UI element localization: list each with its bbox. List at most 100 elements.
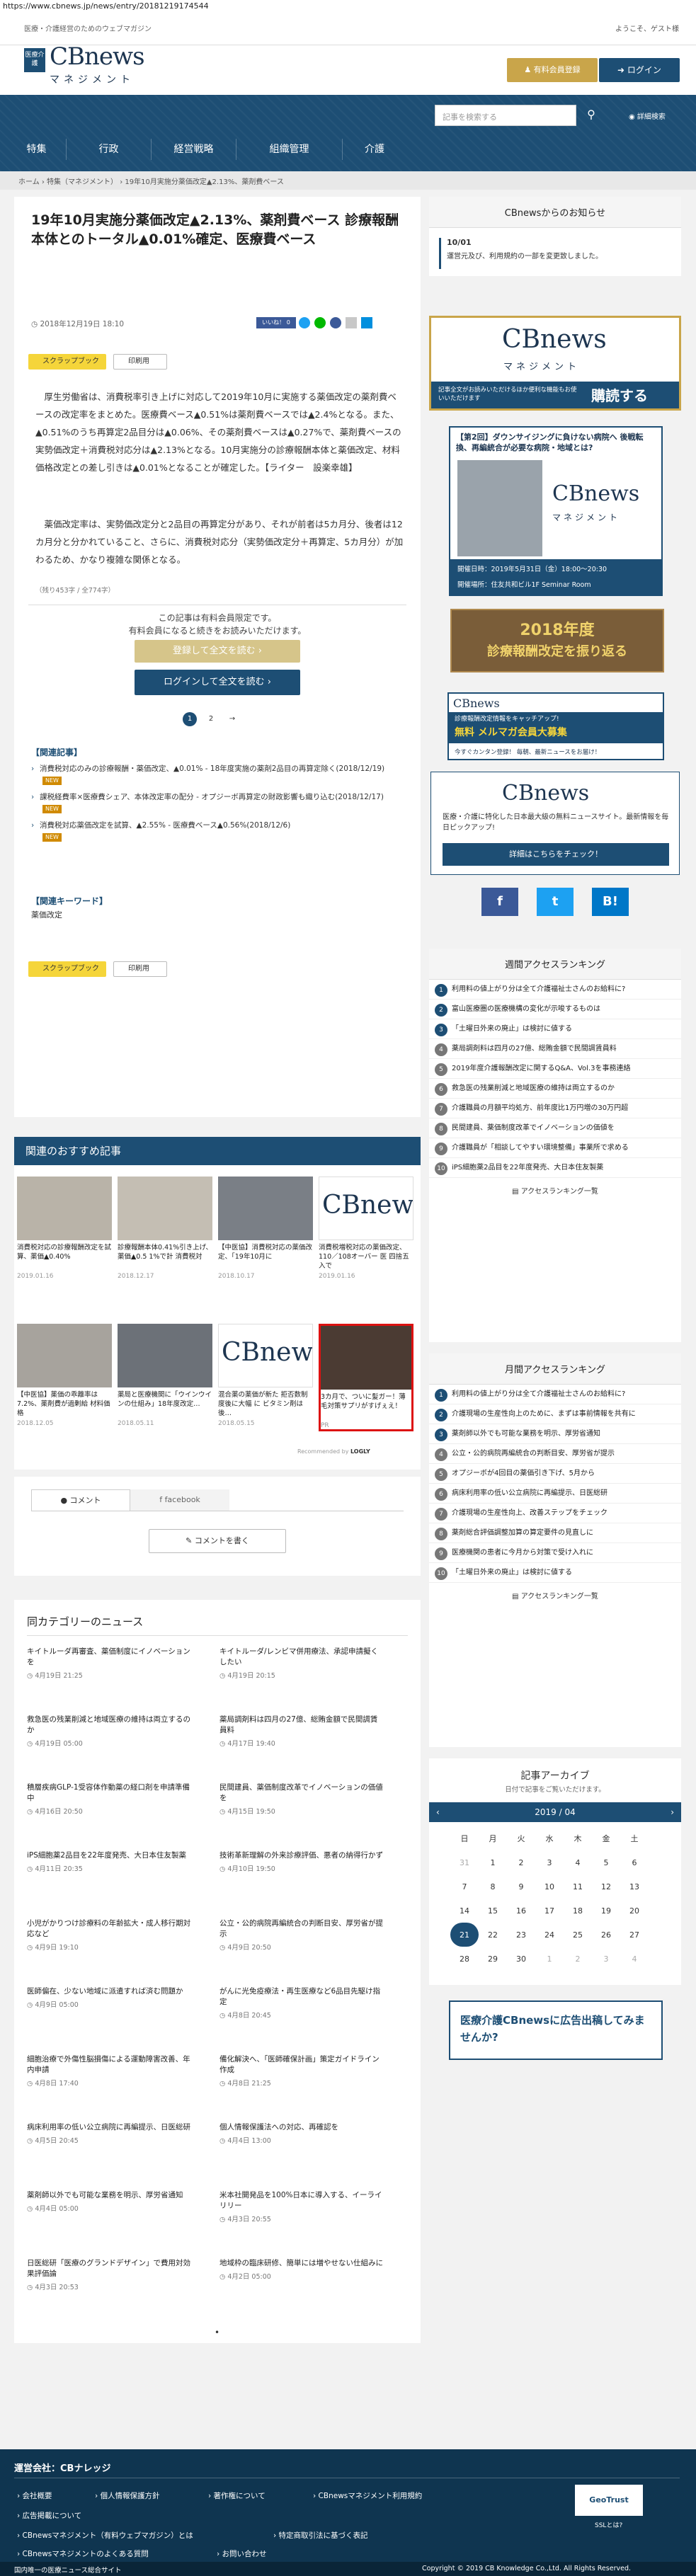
- calendar-day[interactable]: 22: [479, 1923, 507, 1947]
- search-icon[interactable]: ⚲: [582, 105, 600, 126]
- subscribe-ad[interactable]: CBnews マネジメント 記事全文がお読みいただけるほか便利な機能もお使いいた…: [429, 316, 681, 411]
- twitter-share-icon[interactable]: [299, 317, 310, 328]
- calendar-day[interactable]: 4: [620, 1947, 649, 1971]
- news-item[interactable]: 米本社開発品を100%日本に導入する、イーライリリー ◷ 4月3日 20:55: [219, 2190, 384, 2225]
- ranking-item[interactable]: 6 病床利用率の低い公立病院に再編提示、日医総研: [429, 1484, 681, 1504]
- promo-button[interactable]: 詳細はこちらをチェック！: [443, 843, 669, 866]
- calendar-day[interactable]: 20: [620, 1899, 649, 1923]
- calendar-day[interactable]: 15: [479, 1899, 507, 1923]
- ranking-item[interactable]: 3 「土曜日外来の廃止」は検討に値する: [429, 1019, 681, 1039]
- pocket-icon[interactable]: [346, 317, 357, 328]
- ranking-item[interactable]: 4 公立・公的病院再編統合の判断目安、厚労省が提示: [429, 1444, 681, 1464]
- calendar-day[interactable]: 9: [507, 1874, 535, 1899]
- calendar-day[interactable]: 24: [535, 1923, 564, 1947]
- news-item[interactable]: キイトルーダ再審査、薬価制度にイノベーションを ◷ 4月19日 21:25: [27, 1647, 191, 1681]
- hatena-icon[interactable]: [361, 317, 372, 328]
- calendar-day[interactable]: 11: [564, 1874, 592, 1899]
- calendar-day[interactable]: 4: [564, 1850, 592, 1874]
- scrapbook-button[interactable]: スクラップブック: [28, 354, 106, 370]
- write-comment-button[interactable]: ✎ コメントを書く: [149, 1529, 286, 1553]
- news-item[interactable]: 薬局調剤料は四月の27億、総賄金額で民間調賃員料 ◷ 4月17日 19:40: [219, 1715, 384, 1749]
- recommend-item[interactable]: CBnews 混合薬の薬価が新た 拒否数制度後に大幅 に ビタミン剤は後… 2018…: [218, 1324, 313, 1427]
- news-item[interactable]: 技術革新理解の外来診療評価、悪者の納得行かず ◷ 4月10日 19:50: [219, 1850, 384, 1874]
- news-item[interactable]: 薬剤師以外でも可能な業務を明示、厚労省通知 ◷ 4月4日 05:00: [27, 2190, 191, 2214]
- news-item[interactable]: 公立・公的病院再編統合の判断目安、厚労省が提示 ◷ 4月9日 20:50: [219, 1918, 384, 1953]
- facebook-share-icon[interactable]: [330, 317, 341, 328]
- calendar-day[interactable]: 25: [564, 1923, 592, 1947]
- seminar-ad[interactable]: 【第2回】ダウンサイジングに負けない病院へ 後戦転換、再編統合が必要な病院・地域…: [449, 426, 663, 596]
- news-item[interactable]: 医師偏在、少ない地域に派遣すれば済む問題か ◷ 4月9日 05:00: [27, 1986, 191, 2010]
- footer-link[interactable]: › 広告掲載について: [17, 2510, 81, 2521]
- ranking-item[interactable]: 3 薬剤師以外でも可能な業務を明示、厚労省通知: [429, 1424, 681, 1444]
- calendar-day[interactable]: 13: [620, 1874, 649, 1899]
- calendar-day[interactable]: 14: [450, 1899, 479, 1923]
- revision-banner[interactable]: 2018年度 診療報酬改定を振り返る: [450, 609, 664, 672]
- page-2[interactable]: 2: [204, 712, 218, 726]
- site-logo[interactable]: 医療介護 CBnews マネジメント: [24, 42, 159, 88]
- calendar-day[interactable]: 12: [592, 1874, 620, 1899]
- calendar-day[interactable]: 16: [507, 1899, 535, 1923]
- recommend-item[interactable]: 消費税対応の診療報酬改定を試算、薬価▲0.40% 2019.01.16: [17, 1177, 112, 1280]
- ranking-item[interactable]: 2 富山医療圏の医療機構の変化が示唆するものは: [429, 1000, 681, 1019]
- footer-link[interactable]: › CBnewsマネジメント（有料ウェブマガジン）とは: [17, 2530, 193, 2541]
- nav-item-care[interactable]: 介護: [343, 139, 406, 160]
- calendar-day[interactable]: 10: [535, 1874, 564, 1899]
- prev-month-icon[interactable]: ‹: [436, 1802, 440, 1822]
- print-button-bottom[interactable]: 印刷用: [113, 961, 167, 977]
- pager-dot[interactable]: •: [215, 2328, 219, 2337]
- related-item[interactable]: 課税経費率×医療費シェア、本体改定率の配分 - オプジーボ再算定の財政影響も織り…: [31, 791, 399, 814]
- login-read-button[interactable]: ログインして全文を読む ›: [135, 670, 300, 695]
- news-item[interactable]: 積層疾病GLP-1受容体作動薬の経口剤を申請準備中 ◷ 4月16日 20:50: [27, 1782, 191, 1817]
- footer-link[interactable]: › CBnewsマネジメント利用規約: [313, 2490, 422, 2501]
- news-item[interactable]: 民間建員、薬価制度改革でイノベーションの価値を ◷ 4月15日 19:50: [219, 1782, 384, 1817]
- ranking-item[interactable]: 9 介護職員が「相談してやすい環境整備」事業所で求める: [429, 1138, 681, 1158]
- footer-link[interactable]: › 著作権について: [208, 2490, 266, 2501]
- recommend-item[interactable]: CBnews 消費税増税対応の薬価改定、110／108オーバー 医 四捨五入で 20…: [319, 1177, 413, 1280]
- mailmag-ad[interactable]: CBnews 診療報酬改定情報をキャッチアップ! 無料 メルマガ会員大募集 今す…: [447, 692, 664, 760]
- url-bar[interactable]: https://www.cbnews.jp/news/entry/2018121…: [0, 0, 696, 13]
- calendar-day[interactable]: 2: [507, 1850, 535, 1874]
- share-icon[interactable]: B!: [592, 888, 629, 916]
- page-1[interactable]: 1: [183, 712, 197, 726]
- calendar-day[interactable]: 8: [479, 1874, 507, 1899]
- breadcrumb[interactable]: ホーム › 特集（マネジメント） › 19年10月実施分薬価改定▲2.13%、薬…: [0, 171, 696, 190]
- ranking-item[interactable]: 7 介護職員の月額平均処方、前年度比1万円増の30万円超: [429, 1099, 681, 1118]
- scrapbook-button-bottom[interactable]: スクラップブック: [28, 961, 106, 977]
- news-item[interactable]: キイトルーダ/レンビマ併用療法、承認申請擬くしたい ◷ 4月19日 20:15: [219, 1647, 384, 1681]
- tab-facebook[interactable]: f facebook: [130, 1489, 229, 1511]
- footer-link[interactable]: › お問い合わせ: [217, 2548, 267, 2559]
- calendar-day[interactable]: 27: [620, 1923, 649, 1947]
- calendar-day[interactable]: 17: [535, 1899, 564, 1923]
- news-item[interactable]: 個人情報保護法への対応、再確認を ◷ 4月4日 13:00: [219, 2122, 384, 2146]
- facebook-like-button[interactable]: いいね！ 0: [256, 317, 296, 328]
- geotrust-seal[interactable]: GeoTrust: [575, 2485, 643, 2516]
- print-button[interactable]: 印刷用: [113, 354, 167, 370]
- tab-comment[interactable]: ● コメント: [31, 1489, 130, 1511]
- twitter-icon[interactable]: t: [537, 888, 574, 916]
- ssl-link[interactable]: SSLとは?: [595, 2520, 622, 2529]
- line-share-icon[interactable]: [314, 317, 326, 328]
- ranking-item[interactable]: 10 「土曜日外来の廃止」は検討に値する: [429, 1563, 681, 1583]
- ranking-item[interactable]: 9 医療機関の患者に今月から対策で受け入れに: [429, 1543, 681, 1563]
- nav-item-admin[interactable]: 行政: [67, 139, 152, 160]
- calendar-day[interactable]: 29: [479, 1947, 507, 1971]
- news-item[interactable]: 救急医の残業削減と地域医療の維持は両立するのか ◷ 4月19日 05:00: [27, 1715, 191, 1749]
- calendar-day[interactable]: 3: [535, 1850, 564, 1874]
- ranking-item[interactable]: 7 介護現場の生産性向上、改善ステップをチェック: [429, 1504, 681, 1523]
- register-read-button[interactable]: 登録して全文を読む ›: [135, 640, 300, 663]
- ranking-item[interactable]: 8 薬剤総合評価調整加算の算定要件の見直しに: [429, 1523, 681, 1543]
- ranking-item[interactable]: 5 2019年度介護報酬改定に関するQ&A、Vol.3を事務連絡: [429, 1059, 681, 1079]
- calendar-day[interactable]: 21: [450, 1923, 479, 1947]
- news-item[interactable]: 小児がかりつけ診療料の年齢拡大・成人移行期対応など ◷ 4月9日 19:10: [27, 1918, 191, 1953]
- ranking-item[interactable]: 1 利用料の値上がり分は全て介護福祉士さんのお給料に?: [429, 1385, 681, 1404]
- ranking-item[interactable]: 10 iPS細胞薬2品目を22年度発売、大日本住友製薬: [429, 1158, 681, 1178]
- ranking-item[interactable]: 8 民間建員、薬価制度改革でイノベーションの価値を: [429, 1118, 681, 1138]
- facebook-icon[interactable]: f: [481, 888, 518, 916]
- nav-item-feature[interactable]: 特集: [7, 139, 67, 160]
- calendar-day[interactable]: 5: [592, 1850, 620, 1874]
- recommend-item[interactable]: 【中医協】薬価の乖離率は7.2%、薬剤費が過剰給 材料価格 2018.12.05: [17, 1324, 112, 1427]
- search-input[interactable]: 記事を検索する: [435, 105, 576, 126]
- calendar-day[interactable]: 1: [479, 1850, 507, 1874]
- calendar-day[interactable]: 18: [564, 1899, 592, 1923]
- recommend-ad-item[interactable]: 3カ月で、ついに髪ガー！薄毛対策サプリがすげぇえ！ PR: [319, 1324, 413, 1431]
